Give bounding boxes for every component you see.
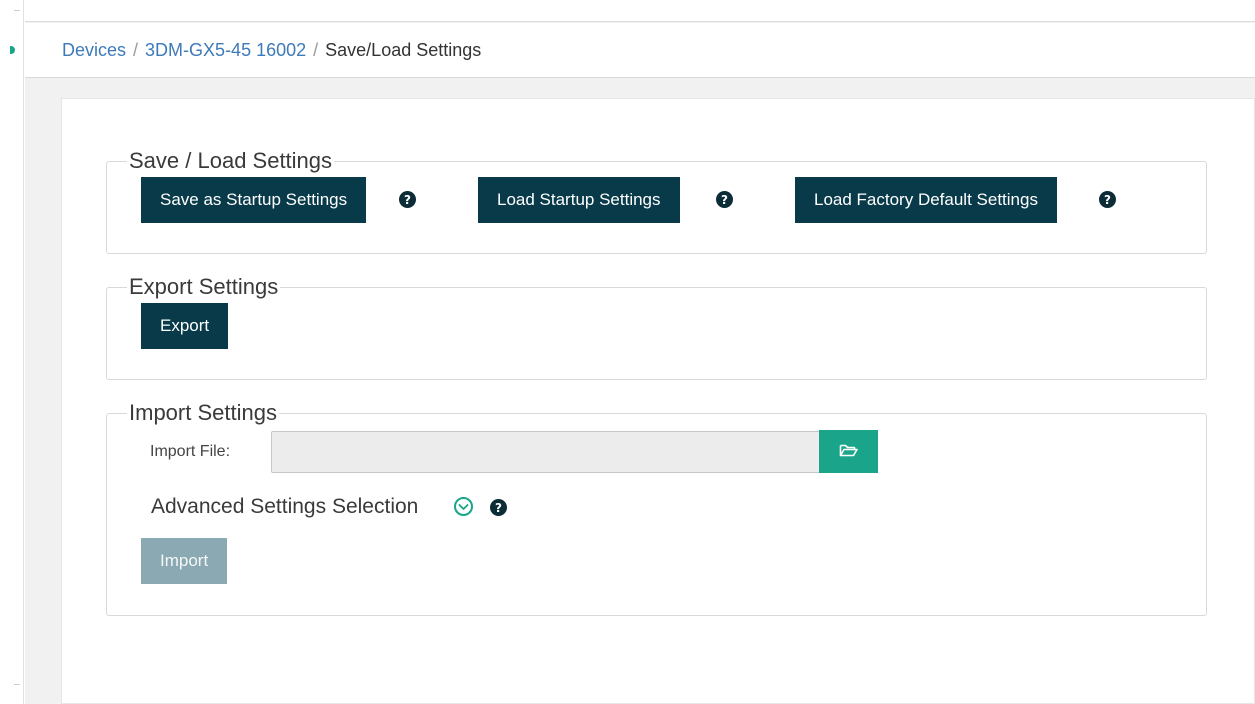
save-startup-help-icon[interactable]: ? [399,191,416,208]
chevron-down-icon[interactable] [454,497,473,516]
import-settings-title: Import Settings [129,400,277,425]
browse-file-button[interactable] [819,430,878,473]
import-button[interactable]: Import [141,538,228,584]
top-strip [25,0,1255,22]
breadcrumb: Devices / 3DM-GX5-45 16002 / Save/Load S… [25,23,1255,78]
load-startup-help-icon[interactable]: ? [716,191,733,208]
main-content: Devices / 3DM-GX5-45 16002 / Save/Load S… [25,0,1255,704]
breadcrumb-devices[interactable]: Devices [62,40,126,61]
rail-divider [14,684,20,685]
left-rail [0,0,24,704]
load-startup-settings-button[interactable]: Load Startup Settings [478,177,680,223]
breadcrumb-device[interactable]: 3DM-GX5-45 16002 [145,40,306,61]
export-settings-title: Export Settings [129,274,279,299]
advanced-settings-help-icon[interactable]: ? [490,499,507,516]
export-button[interactable]: Export [141,303,229,349]
save-startup-settings-button[interactable]: Save as Startup Settings [141,177,367,223]
breadcrumb-separator: / [313,39,319,60]
advanced-settings-selection-label: Advanced Settings Selection [151,495,419,518]
import-file-input[interactable] [271,431,825,473]
rail-divider [14,10,20,11]
breadcrumb-current: Save/Load Settings [325,39,482,60]
rail-indicator[interactable] [10,46,15,54]
save-load-settings-group: Save / Load Settings Save as Startup Set… [106,148,1207,254]
load-factory-help-icon[interactable]: ? [1099,191,1116,208]
folder-open-icon [839,443,859,461]
save-load-settings-title: Save / Load Settings [129,148,333,173]
export-settings-group: Export Settings Export [106,274,1207,380]
breadcrumb-separator: / [133,39,139,60]
settings-card: Save / Load Settings Save as Startup Set… [61,98,1255,704]
import-file-label: Import File: [150,443,231,460]
import-settings-group: Import Settings Import File: Advanced Se… [106,400,1207,616]
load-factory-default-settings-button[interactable]: Load Factory Default Settings [795,177,1057,223]
